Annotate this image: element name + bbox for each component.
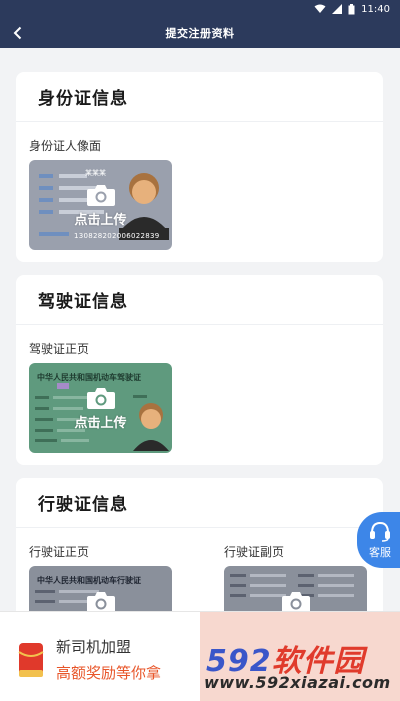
driver-license-upload-overlay: 点击上传 xyxy=(29,363,172,453)
driver-license-section: 驾驶证信息 驾驶证正页 中华人民共和国机动车驾驶证 点击上传 xyxy=(16,275,383,465)
headset-icon xyxy=(370,521,390,542)
nav-bar: 提交注册资料 xyxy=(0,18,400,48)
vehicle-license-front-upload[interactable]: 中华人民共和国机动车行驶证 xyxy=(29,566,172,611)
promo-subtitle: 高额奖励等你拿 xyxy=(56,664,162,682)
signal-icon xyxy=(332,4,343,14)
driver-license-header: 驾驶证信息 xyxy=(16,275,383,325)
camera-icon xyxy=(86,184,115,206)
vehicle-license-header: 行驶证信息 xyxy=(16,478,383,528)
battery-icon xyxy=(348,3,355,14)
vehicle-license-section: 行驶证信息 行驶证正页 行驶证副页 中华人民共和国机动车行驶证 xyxy=(16,478,383,611)
promo-banner[interactable]: 新司机加盟 高额奖励等你拿 592软件园 www.592xiazai.com xyxy=(0,611,400,701)
driver-license-upload[interactable]: 中华人民共和国机动车驾驶证 点击上传 xyxy=(29,363,172,453)
customer-service-label: 客服 xyxy=(369,546,391,559)
id-card-portrait-label: 身份证人像面 xyxy=(29,139,102,153)
id-card-upload[interactable]: 某某某 130828202006022839 点击上传 xyxy=(29,160,172,250)
vehicle-license-back-overlay xyxy=(224,566,367,611)
vehicle-license-front-overlay xyxy=(29,566,172,611)
id-card-header: 身份证信息 xyxy=(16,72,383,122)
content-scroll[interactable]: 身份证信息 身份证人像面 某某某 130828202006022839 点击上传… xyxy=(0,48,400,611)
watermark-url: www.592xiazai.com xyxy=(204,673,391,692)
vehicle-license-back-upload[interactable] xyxy=(224,566,367,611)
red-envelope-icon xyxy=(18,643,44,677)
wifi-icon xyxy=(314,4,326,13)
driver-license-front-label: 驾驶证正页 xyxy=(29,342,90,356)
back-button[interactable] xyxy=(6,21,30,45)
id-card-section: 身份证信息 身份证人像面 某某某 130828202006022839 点击上传 xyxy=(16,72,383,262)
chevron-left-icon xyxy=(13,26,22,40)
driver-license-upload-text: 点击上传 xyxy=(74,415,127,431)
status-bar: 11:40 xyxy=(0,0,400,18)
id-card-upload-text: 点击上传 xyxy=(74,212,127,228)
camera-icon xyxy=(281,592,310,611)
customer-service-button[interactable]: 客服 xyxy=(357,512,400,568)
driver-license-title: 驾驶证信息 xyxy=(38,292,128,312)
id-card-title: 身份证信息 xyxy=(38,89,128,109)
promo-title: 新司机加盟 xyxy=(56,638,132,656)
vehicle-license-back-label: 行驶证副页 xyxy=(224,545,285,559)
camera-icon xyxy=(86,387,115,409)
id-card-upload-overlay: 点击上传 xyxy=(29,160,172,250)
page-title: 提交注册资料 xyxy=(165,27,235,40)
screen: 11:40 提交注册资料 身份证信息 身份证人像面 某某某 1308282020… xyxy=(0,0,400,701)
vehicle-license-title: 行驶证信息 xyxy=(38,495,128,515)
status-time: 11:40 xyxy=(361,3,390,15)
vehicle-license-front-label: 行驶证正页 xyxy=(29,545,90,559)
camera-icon xyxy=(86,592,115,611)
